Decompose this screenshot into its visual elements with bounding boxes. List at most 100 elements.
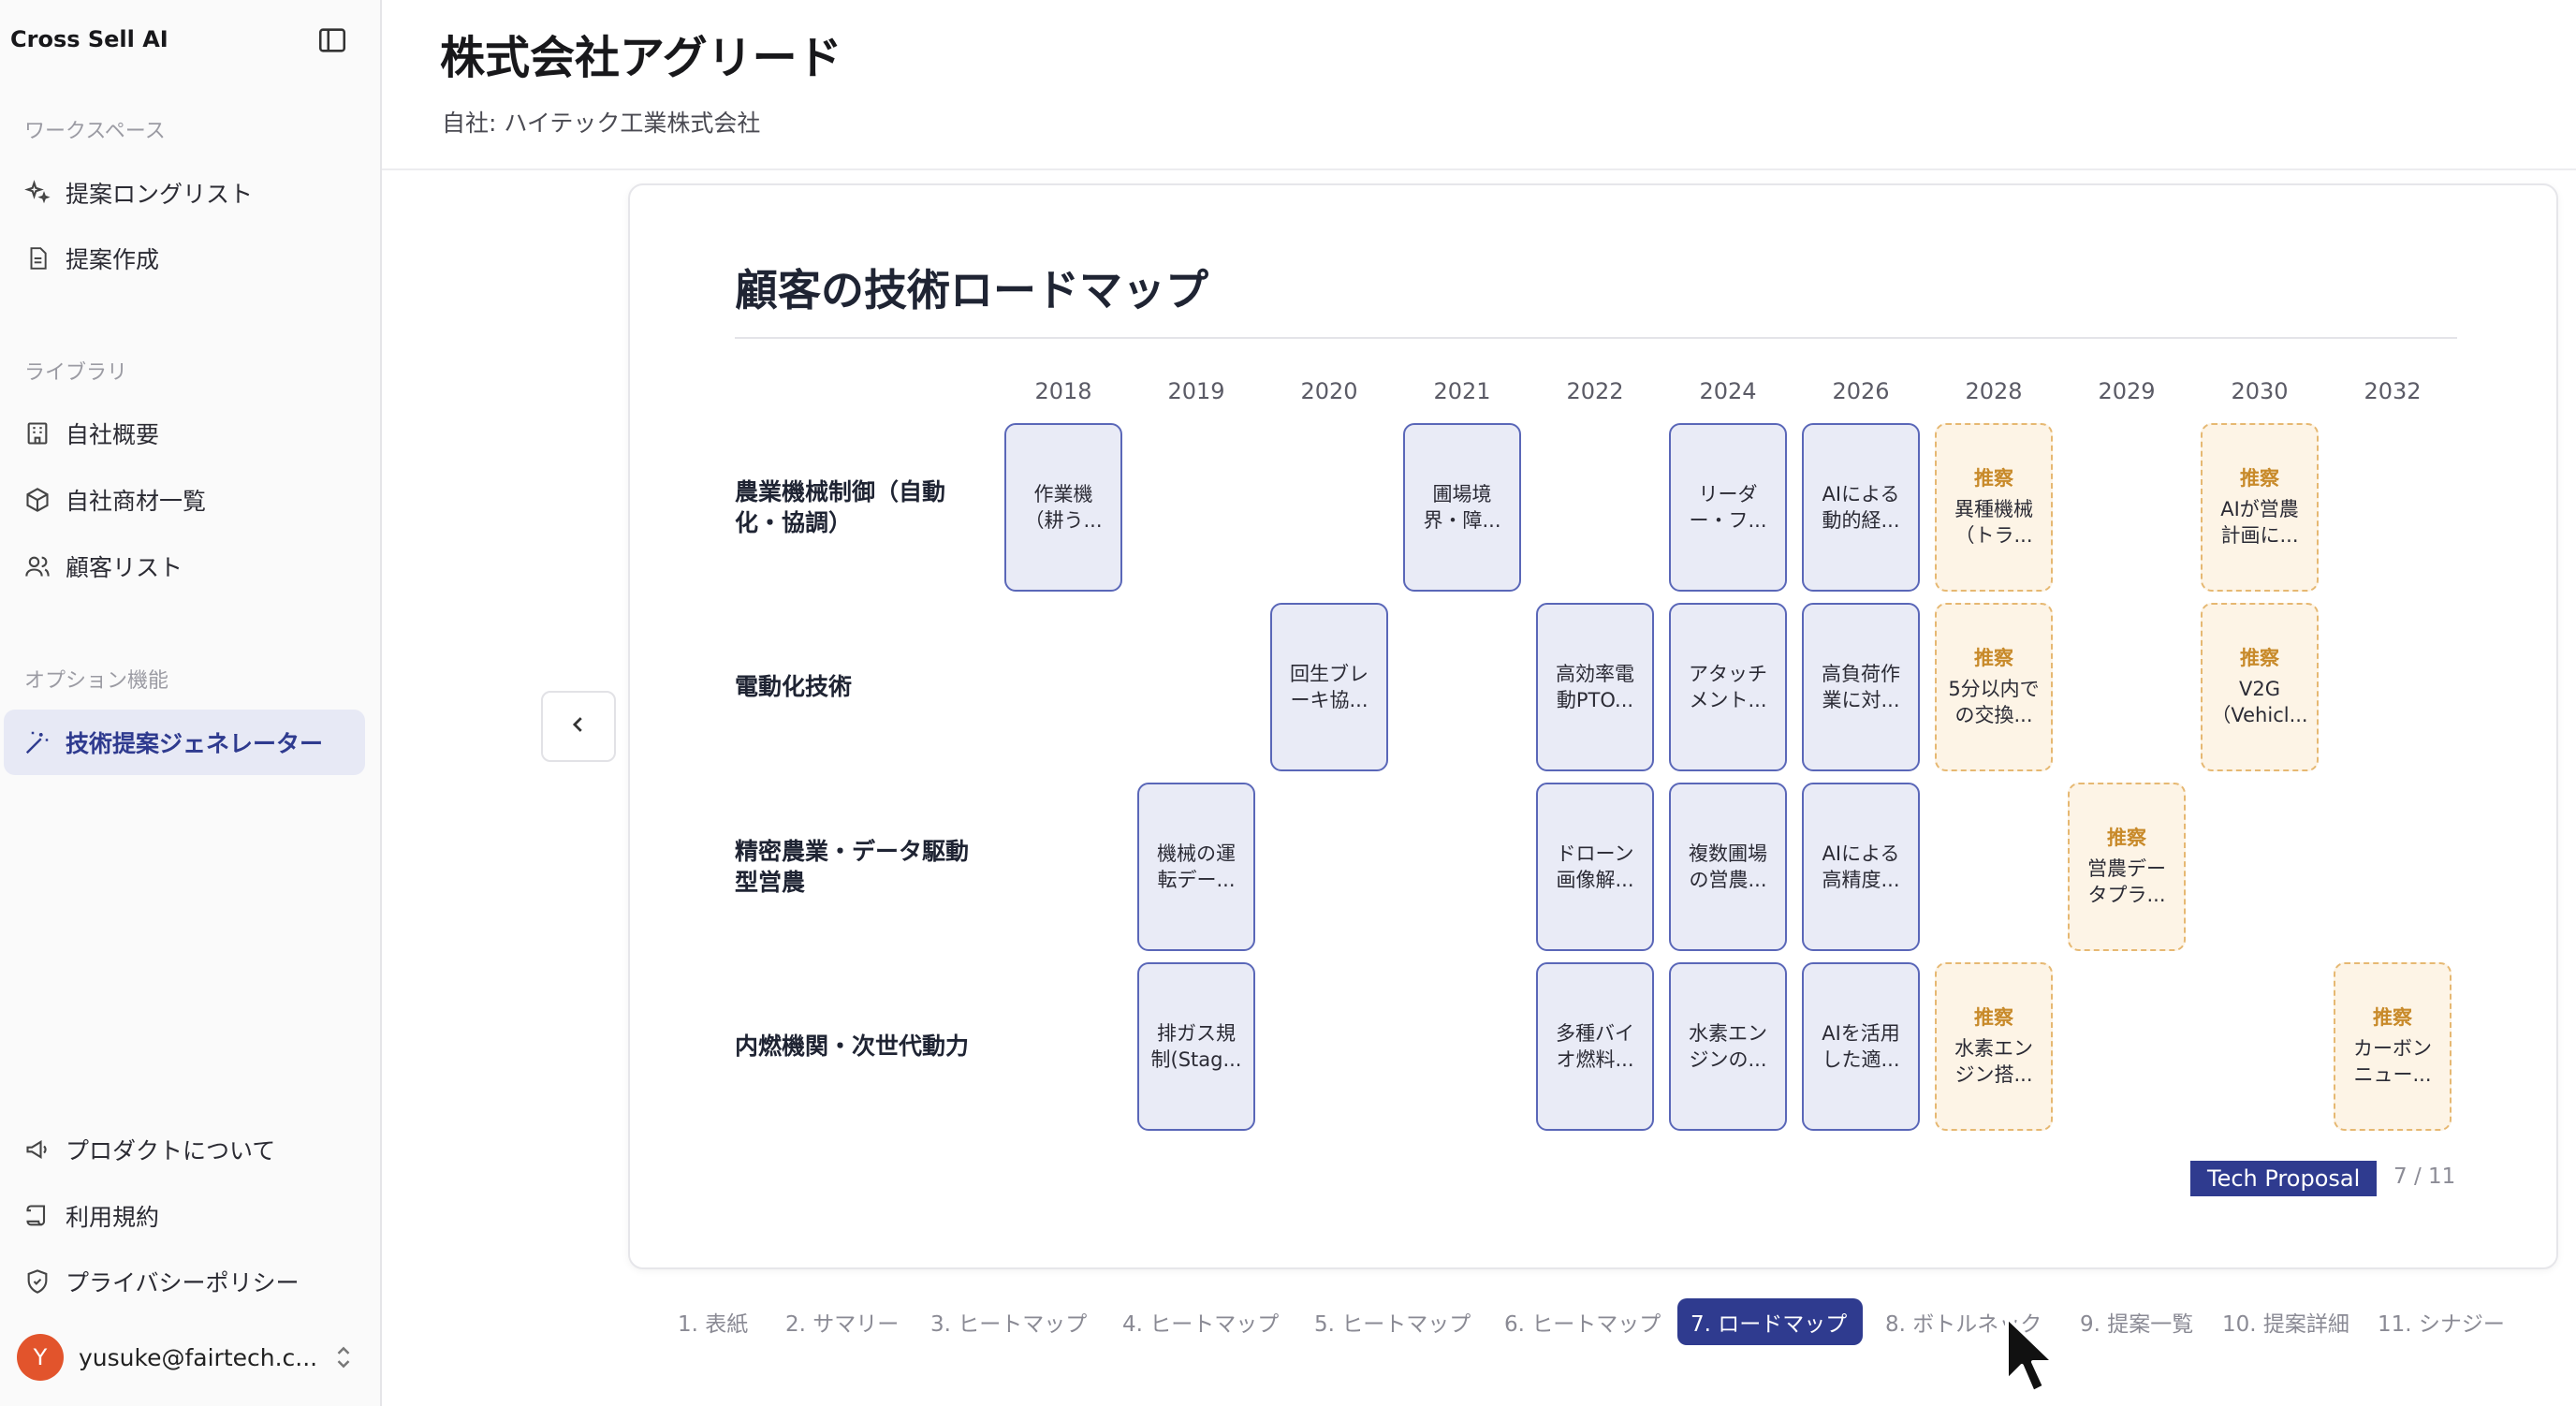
chevron-left-icon [568, 714, 589, 739]
roadmap-tech-card[interactable]: アタッチメント... [1669, 603, 1787, 771]
year-label: 2019 [1167, 378, 1225, 404]
section-label-library: ライブラリ [24, 361, 128, 385]
roadmap-tech-card[interactable]: 作業機（耕う... [1004, 423, 1122, 592]
roadmap-tech-card[interactable]: 高負荷作業に対... [1802, 603, 1920, 771]
tab-slide-6[interactable]: 6. ヒートマップ [1491, 1298, 1661, 1345]
tab-slide-5[interactable]: 5. ヒートマップ [1301, 1298, 1471, 1345]
card-text: 機械の運転デー... [1157, 842, 1236, 891]
sidebar-item-company-overview[interactable]: 自社概要 [4, 401, 365, 466]
shield-icon [22, 1267, 52, 1296]
tab-slide-1[interactable]: 1. 表紙 [665, 1298, 748, 1345]
card-text: カーボンニュー... [2353, 1036, 2432, 1087]
roadmap-proposal-card[interactable]: 推察 5分以内での交換... [1935, 603, 2053, 771]
sidebar-item-label: 提案ロングリスト [66, 181, 254, 208]
roadmap-tech-card[interactable]: 高効率電動PTO... [1536, 603, 1654, 771]
year-label: 2026 [1832, 378, 1890, 404]
app-root: Cross Sell AI ワークスペース 提案ロングリスト 提案作成 ライブラ… [0, 0, 2576, 1406]
roadmap-proposal-card[interactable]: 推察カーボンニュー... [2334, 962, 2452, 1131]
section-label-workspace: ワークスペース [24, 120, 166, 143]
roadmap-tech-card[interactable]: AIを活用した適... [1802, 962, 1920, 1131]
roadmap-tech-card[interactable]: リーダー・フ... [1669, 423, 1787, 592]
roadmap-tech-card[interactable]: AIによる動的経... [1802, 423, 1920, 592]
card-text: 回生ブレーキ協... [1290, 662, 1368, 711]
year-label: 2029 [2098, 378, 2156, 404]
users-icon [22, 551, 52, 581]
chevron-up-down-icon [333, 1344, 354, 1374]
sidebar-item-products[interactable]: 自社商材一覧 [4, 467, 365, 533]
roadmap-tech-card[interactable]: 機械の運転デー... [1137, 783, 1255, 951]
sidebar-item-terms[interactable]: 利用規約 [4, 1183, 365, 1249]
year-label: 2030 [2231, 378, 2289, 404]
roadmap-row-label: 農業機械制御（自動化・協調） [735, 478, 946, 536]
year-label: 2032 [2364, 378, 2422, 404]
roadmap-row-label: 電動化技術 [735, 673, 853, 700]
page-subtitle: 自社: ハイテック工業株式会社 [442, 110, 761, 137]
roadmap-row-label: 精密農業・データ駆動型営農 [735, 838, 970, 896]
card-text: 圃場境界・障... [1423, 482, 1501, 532]
slide-title: 顧客の技術ロードマップ [735, 265, 1208, 315]
slide-divider [735, 337, 2457, 339]
sidebar-item-customers[interactable]: 顧客リスト [4, 534, 365, 599]
slide-card: 顧客の技術ロードマップ 2018 2019 2020 2021 2022 2024 2026… [628, 183, 2558, 1269]
section-label-options: オプション機能 [24, 669, 169, 693]
card-text: 多種バイオ燃料... [1556, 1021, 1634, 1071]
sidebar-item-tech-proposal-generator[interactable]: 技術提案ジェネレーター [4, 710, 365, 775]
user-menu[interactable]: Y yusuke@fairtech.c... [4, 1327, 365, 1387]
roadmap-tech-card[interactable]: ドローン画像解... [1536, 783, 1654, 951]
tab-slide-7[interactable]: 7. ロードマップ [1677, 1298, 1863, 1345]
roadmap-proposal-card[interactable]: 推察 V2G（Vehicl... [2201, 603, 2319, 771]
roadmap-proposal-card[interactable]: 推察 営農データプラ... [2068, 783, 2186, 951]
card-text: ドローン画像解... [1556, 842, 1634, 891]
year-label: 2018 [1034, 378, 1092, 404]
tab-slide-10[interactable]: 10. 提案詳細 [2209, 1298, 2351, 1345]
year-label: 2021 [1433, 378, 1491, 404]
sidebar-item-about-product[interactable]: プロダクトについて [4, 1117, 365, 1182]
year-label: 2022 [1566, 378, 1624, 404]
tab-slide-2[interactable]: 2. サマリー [772, 1298, 899, 1345]
user-email: yusuke@fairtech.c... [79, 1343, 318, 1371]
card-text: AIによる動的経... [1822, 482, 1900, 532]
year-label: 2020 [1300, 378, 1358, 404]
roadmap-tech-card[interactable]: AIによる高精度... [1802, 783, 1920, 951]
year-label: 2024 [1699, 378, 1757, 404]
roadmap-tech-card[interactable]: 回生ブレーキ協... [1270, 603, 1388, 771]
tab-slide-3[interactable]: 3. ヒートマップ [917, 1298, 1087, 1345]
card-text: AIによる高精度... [1822, 842, 1900, 891]
sparkles-icon [22, 178, 52, 208]
megaphone-icon [22, 1135, 52, 1164]
card-text: 高負荷作業に対... [1822, 662, 1900, 711]
roadmap-tech-card[interactable]: 水素エンジンの... [1669, 962, 1787, 1131]
roadmap-proposal-card[interactable]: 推察 AIが営農計画に... [2201, 423, 2319, 592]
roadmap-proposal-card[interactable]: 推察 異種機械（トラ... [1935, 423, 2053, 592]
sidebar-item-create-proposal[interactable]: 提案作成 [4, 226, 365, 291]
tab-slide-9[interactable]: 9. 提案一覧 [2067, 1298, 2193, 1345]
app-brand: Cross Sell AI [10, 26, 168, 52]
sidebar-item-proposal-longlist[interactable]: 提案ロングリスト [4, 160, 365, 226]
card-text: 営農データプラ... [2087, 857, 2166, 907]
tab-slide-11[interactable]: 11. シナジー [2364, 1298, 2509, 1345]
roadmap-tech-card[interactable]: 排ガス規制(Stag... [1137, 962, 1255, 1131]
roadmap-proposal-card[interactable]: 推察 水素エンジン搭... [1935, 962, 2053, 1131]
mouse-cursor-icon [2003, 1313, 2059, 1399]
sidebar-item-label: プライバシーポリシー [66, 1269, 300, 1296]
tech-proposal-badge: Tech Proposal [2190, 1161, 2378, 1196]
proposal-tag: 推察 [2373, 1006, 2412, 1030]
tab-slide-4[interactable]: 4. ヒートマップ [1109, 1298, 1279, 1345]
card-text: アタッチメント... [1689, 662, 1767, 711]
roadmap-tech-card[interactable]: 圃場境界・障... [1403, 423, 1521, 592]
header-divider [382, 168, 2576, 170]
card-text: 作業機（耕う... [1024, 482, 1103, 532]
sidebar-item-label: プロダクトについて [66, 1137, 276, 1164]
roadmap-tech-card[interactable]: 複数圃場の営農... [1669, 783, 1787, 951]
card-text: 5分以内での交換... [1948, 677, 2040, 727]
prev-slide-button[interactable] [541, 691, 616, 762]
sidebar-item-label: 自社商材一覧 [66, 488, 207, 515]
page-indicator: 7 / 11 [2393, 1164, 2456, 1189]
sidebar-item-privacy[interactable]: プライバシーポリシー [4, 1249, 365, 1314]
proposal-tag: 推察 [1974, 467, 2013, 491]
sidebar-toggle-icon[interactable] [316, 24, 348, 56]
year-label: 2028 [1965, 378, 2023, 404]
roadmap-tech-card[interactable]: 多種バイオ燃料... [1536, 962, 1654, 1131]
scroll-icon [22, 1201, 52, 1231]
proposal-tag: 推察 [2240, 467, 2279, 491]
